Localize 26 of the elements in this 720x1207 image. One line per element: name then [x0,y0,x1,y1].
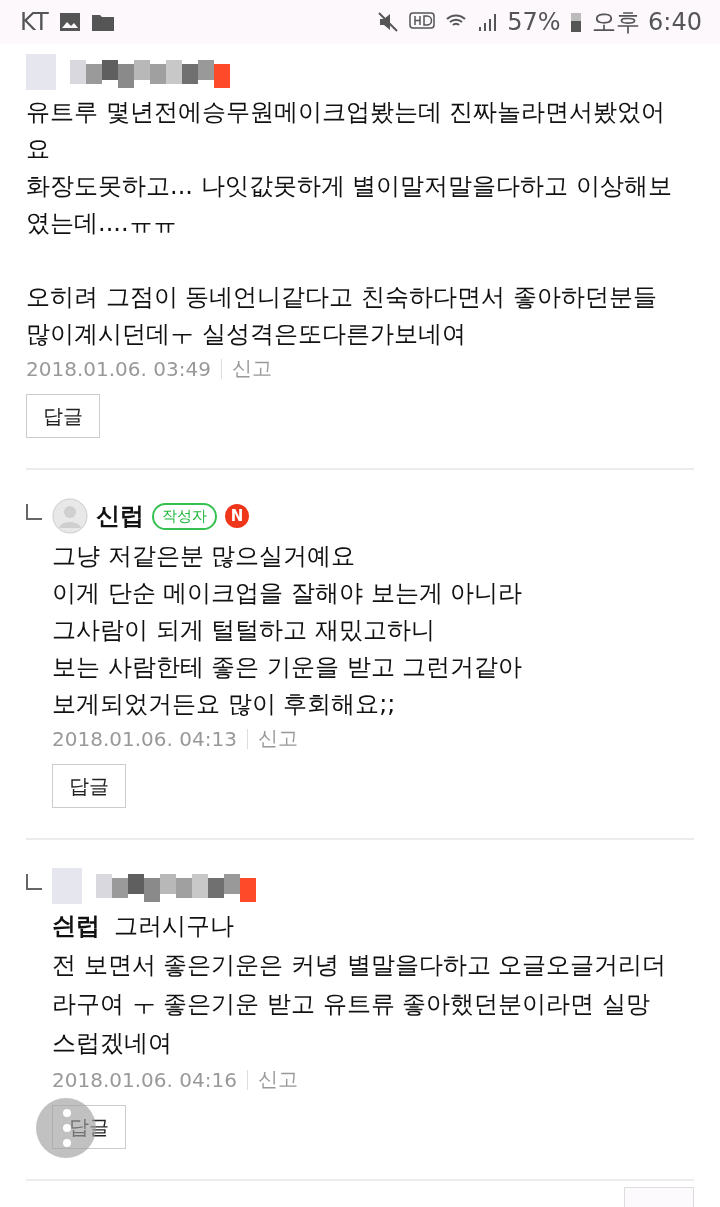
reply-button[interactable]: 답글 [52,764,126,808]
image-icon [58,12,81,32]
report-link[interactable]: 신고 [257,1066,298,1093]
dots-icon [62,1108,72,1148]
comment-text: 유트루 몇년전에승무원메이크업봤는데 진짜놀라면서봤었어 요 화장도못하고... 나잇값못하게 별이말저말을다하고 이상해보 였는데....ㅠㅠ 오히려 그점이 동네언니같다고 친숙하다면서 좋아하던분들 많이계시던데ㅜ 실성격은또다른가보네여 [26,97,672,350]
comment-date: 2018.01.06. 04:13 [52,726,237,751]
reply-indent-icon [26,504,42,520]
comment-date: 2018.01.06. 03:49 [26,356,211,381]
reply-button[interactable]: 답글 [26,394,100,438]
comment-text: 싄럽 그러시구나 전 보면서 좋은기운은 커녕 별말을다하고 오글오글거리더 라구여 ㅜ 좋은기운 받고 유트류 좋아했던분이라면 실망 스럽겠네여 [52,911,667,1059]
folder-icon [90,12,115,32]
clock-time: 오후 6:40 [592,7,702,38]
writer-badge: 작성자 [152,502,217,530]
comment-text: 그냥 저같은분 많으실거예요 이게 단순 메이크업을 잘해야 보는게 아니라 그사람이 되게 털털하고 재밌고하니 보는 사람한테 좋은 기운을 받고 그런거같아 보게되었거든요 많이 후회해요;; [52,541,523,720]
new-badge: N [225,504,249,528]
carrier-label: KT [20,8,49,36]
comment-date: 2018.01.06. 04:16 [52,1067,237,1092]
signal-icon [477,11,498,33]
battery-percent: 57% [507,8,561,36]
author-name: 신럽 [96,501,144,532]
report-link[interactable]: 신고 [231,355,272,382]
battery-icon [570,11,583,33]
reply-indent-icon [26,874,42,890]
report-link[interactable]: 신고 [257,725,298,752]
mute-icon [377,11,400,33]
avatar-icon [52,498,88,534]
